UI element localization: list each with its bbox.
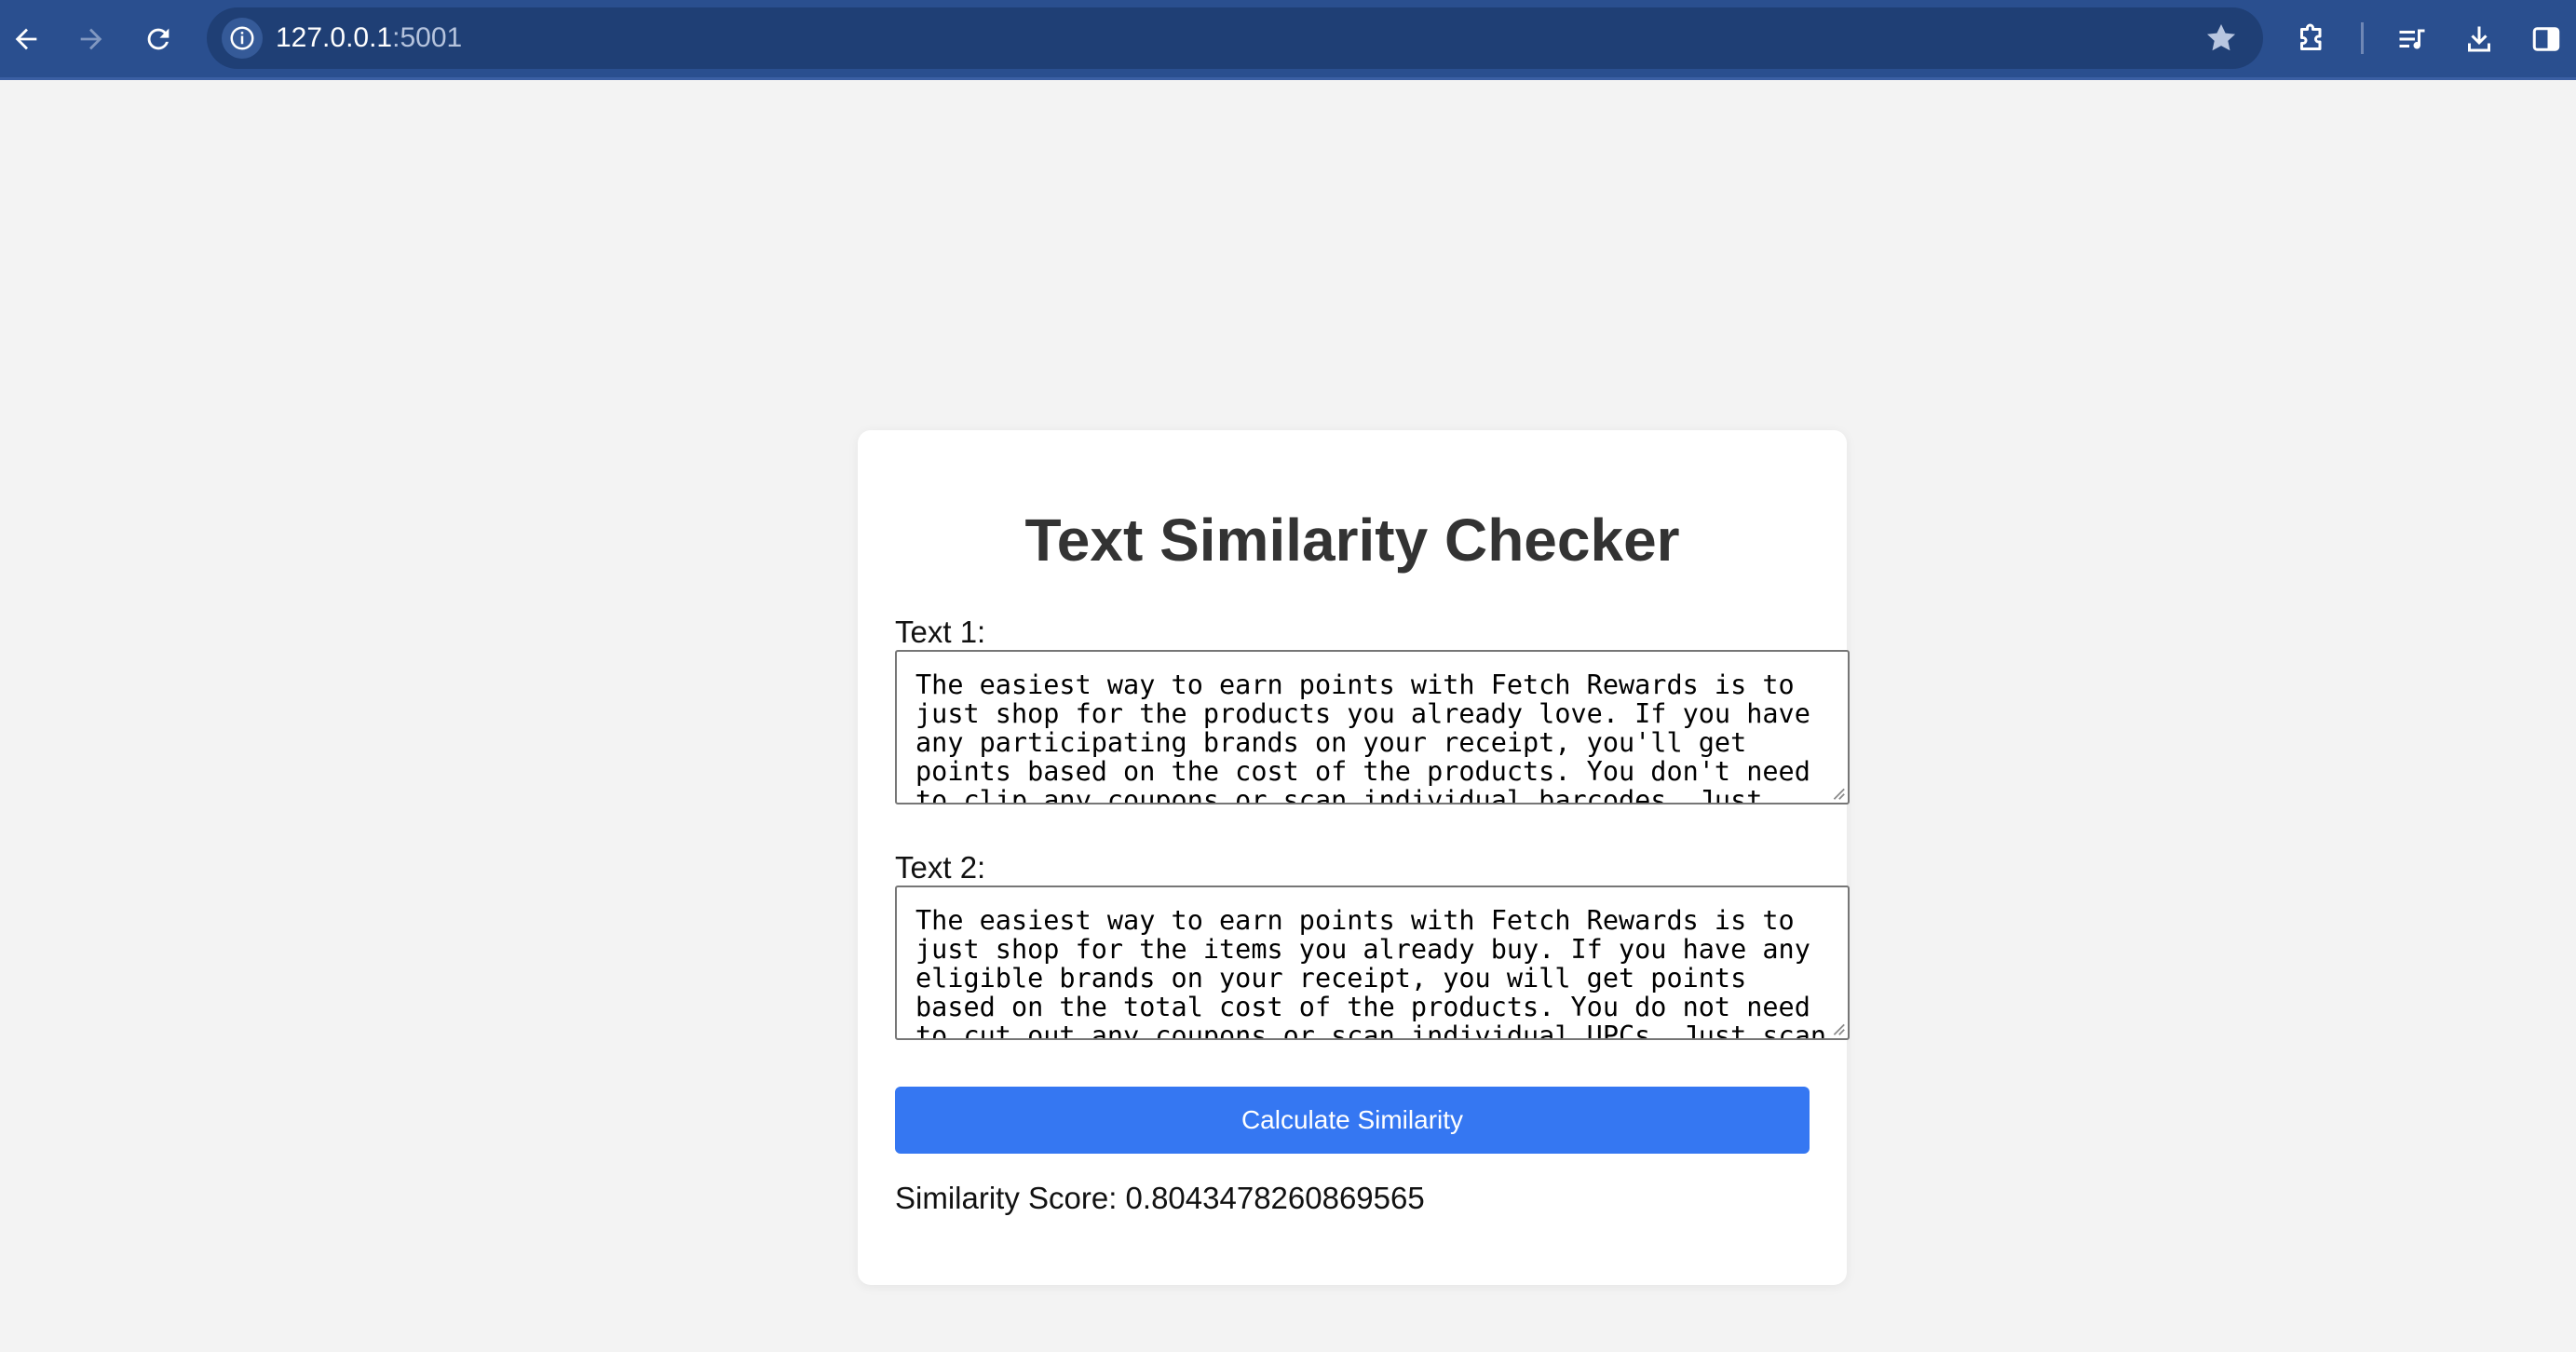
side-panel-button[interactable] (2522, 15, 2570, 63)
side-panel-icon (2532, 27, 2560, 51)
toolbar-divider (2361, 22, 2364, 54)
media-queue-icon (2399, 29, 2425, 49)
reload-icon (147, 28, 169, 50)
url-port: :5001 (392, 22, 463, 53)
text2-label: Text 2: (895, 850, 986, 885)
url-host: 127.0.0.1 (276, 22, 393, 53)
page-title: Text Similarity Checker (1024, 507, 1680, 574)
text1-label: Text 1: (895, 615, 986, 649)
extensions-icon (2300, 23, 2322, 50)
extensions-button[interactable] (2287, 15, 2336, 63)
url-text: 127.0.0.1:5001 (276, 22, 462, 54)
forward-button[interactable] (67, 15, 115, 63)
back-icon (15, 28, 37, 50)
text1-textarea[interactable]: The easiest way to earn points with Fetc… (895, 650, 1850, 804)
forward-icon (80, 28, 102, 50)
text2-content: The easiest way to earn points with Fetc… (915, 905, 1827, 1040)
resize-grip-icon[interactable] (1829, 784, 1846, 801)
calculate-similarity-button[interactable]: Calculate Similarity (895, 1087, 1810, 1154)
download-icon (2468, 26, 2490, 52)
text1-content: The easiest way to earn points with Fetc… (915, 669, 1810, 804)
similarity-score: Similarity Score: 0.8043478260869565 (895, 1181, 1425, 1215)
browser-toolbar: 127.0.0.1:5001 (0, 0, 2576, 80)
resize-grip-icon[interactable] (1829, 1020, 1846, 1036)
media-controls-button[interactable] (2388, 15, 2436, 63)
back-button[interactable] (2, 15, 50, 63)
downloads-button[interactable] (2455, 15, 2503, 63)
address-bar[interactable]: 127.0.0.1:5001 (207, 7, 2263, 69)
text2-textarea[interactable]: The easiest way to earn points with Fetc… (895, 886, 1850, 1040)
reload-button[interactable] (134, 15, 183, 63)
bookmark-star-icon[interactable] (2203, 20, 2239, 56)
site-info-icon (230, 26, 254, 50)
site-info-button[interactable] (222, 18, 263, 59)
